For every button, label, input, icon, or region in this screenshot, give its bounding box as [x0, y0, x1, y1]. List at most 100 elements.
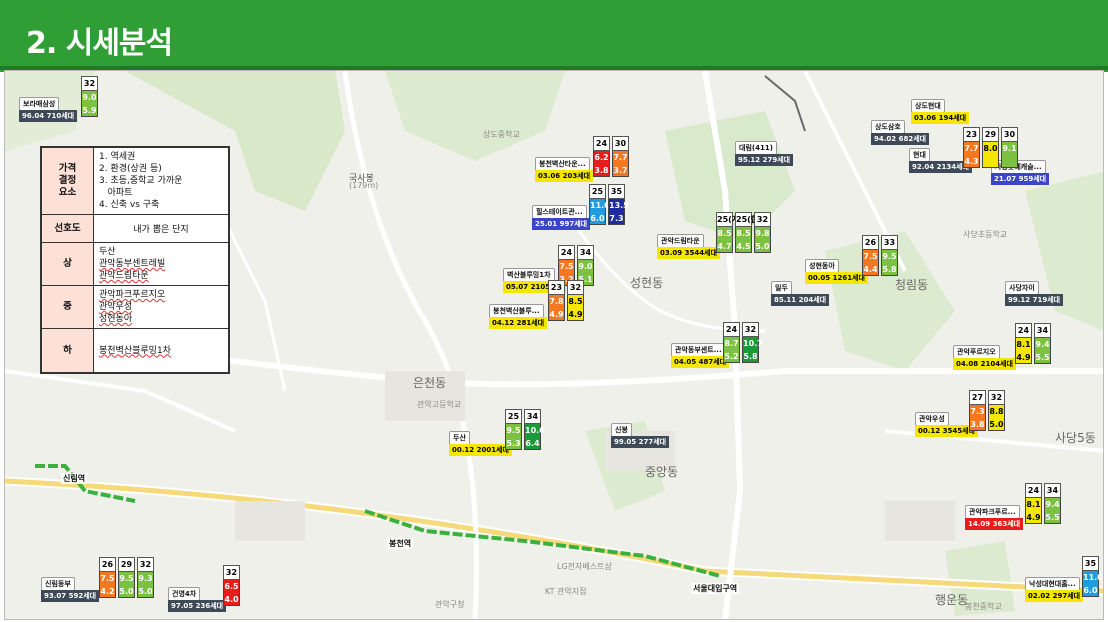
- price-column: 25(합 8.5 4.5: [735, 212, 758, 253]
- apt-info: 97.05 236세대: [168, 600, 227, 612]
- price-value: 5.0: [118, 585, 135, 598]
- factor-list: 1. 역세권 2. 환경(상권 등) 3. 초등,중학교 가까운 아파트 4. …: [93, 147, 229, 215]
- price-column: 32 9.8 5.0: [754, 212, 771, 253]
- apt-info: 85.11 204세대: [771, 294, 830, 306]
- apt-name: 낙성대현대홈...: [1025, 577, 1080, 591]
- pyeong-header: 23: [548, 280, 565, 295]
- label-bongcheon-jh: 봉천중학교: [965, 602, 1002, 611]
- pyeong-header: 35: [608, 184, 625, 199]
- apt-name: 관악푸르지오: [953, 345, 1000, 359]
- label-kt: KT 관악지점: [545, 587, 587, 596]
- grade-item: 두산: [99, 247, 116, 257]
- factor-item: 4. 신축 vs 구축: [99, 200, 160, 210]
- apt-name: 관악드림타운: [657, 234, 704, 248]
- label-gukisan-height: (179m): [349, 181, 379, 190]
- price-column: 30 7.7 3.7: [612, 136, 629, 177]
- price-column: 23 7.7 4.3: [963, 127, 980, 168]
- price-value: 5.0: [137, 585, 154, 598]
- price-column: 35 13.5 7.3: [608, 184, 629, 225]
- label-eunjeon-dong: 은천동: [413, 376, 447, 390]
- pyeong-header: 25: [505, 409, 522, 424]
- pyeong-header: 25(계: [716, 212, 739, 227]
- apt-name: 두산: [449, 431, 470, 445]
- apt-name: 봉천벽산타운...: [535, 157, 590, 171]
- price-grid-borame: 32 9.0 5.9: [81, 76, 98, 117]
- preference-label: 선호도: [41, 214, 94, 243]
- station-sillim[interactable]: 신림역: [61, 473, 88, 484]
- apt-name: 대림(411): [735, 141, 777, 155]
- pyeong-header: 34: [524, 409, 541, 424]
- price-column: 26 7.5 4.2: [99, 557, 116, 598]
- apt-info: 99.05 277세대: [611, 436, 670, 448]
- price-value: 8.7: [723, 337, 740, 350]
- price-column: 32 9.0 5.9: [81, 76, 98, 117]
- pyeong-header: 24: [593, 136, 610, 151]
- factor-label: 가격 결정 요소: [58, 163, 77, 198]
- price-value: 7.7: [963, 142, 980, 155]
- factor-item: 3. 초등,중학교 가까운: [99, 176, 183, 186]
- grade-low-label: 하: [41, 328, 94, 373]
- price-value: 3.7: [612, 164, 629, 177]
- price-grid-seonghyeon: 26 7.5 4.4 33 9.5 5.8: [862, 235, 898, 276]
- label-seonghyeon-dong: 성현동: [630, 276, 664, 290]
- price-value: 8.5: [716, 227, 733, 240]
- price-grid-sillim-dongbu: 26 7.5 4.2 29 9.5 5.0 32 9.3 5.0: [99, 557, 154, 598]
- preference-text: 내가 뽑은 단지: [93, 214, 229, 243]
- price-column: 29 9.5 5.0: [118, 557, 135, 598]
- apt-info: 95.12 279세대: [735, 154, 794, 166]
- price-value: 7.5: [558, 260, 575, 273]
- grade-item: 관악드림타운: [99, 271, 149, 281]
- price-value: 8.1: [1025, 498, 1042, 511]
- label-sadang5-dong: 사당5동: [1055, 431, 1096, 445]
- price-value: 10.7: [742, 337, 763, 350]
- label-sangdo-school: 상도중학교: [483, 130, 520, 139]
- price-value: 6.4: [524, 437, 541, 450]
- price-column: 25 11.0 6.0: [589, 184, 610, 225]
- apt-info: 04.05 487세대: [671, 356, 730, 368]
- apt-name: 일두: [771, 281, 792, 295]
- price-grid-dongbu: 24 8.7 5.2 32 10.7 5.8: [723, 322, 763, 363]
- pyeong-header: 26: [99, 557, 116, 572]
- apt-name: 신봉: [611, 423, 632, 437]
- price-grid-park-prugio: 24 8.1 4.9 34 9.4 5.5: [1025, 483, 1061, 524]
- criteria-table: 가격 결정 요소 1. 역세권 2. 환경(상권 등) 3. 초등,중학교 가까…: [40, 146, 230, 374]
- grade-item: 관악파크푸르지오: [99, 290, 166, 300]
- price-value: 9.4: [1044, 498, 1061, 511]
- price-grid-woosung: 27 7.3 3.8 32 8.8 5.0: [969, 390, 1005, 431]
- price-value: 7.5: [862, 250, 879, 263]
- apt-info: 03.06 194세대: [911, 112, 970, 124]
- apt-info: 00.12 2001세대: [449, 444, 512, 456]
- price-column: 24 8.7 5.2: [723, 322, 740, 363]
- apt-name: 현대: [909, 148, 930, 162]
- price-value: 13.5: [608, 199, 629, 212]
- grade-mid-label: 중: [41, 285, 94, 329]
- price-column: 33 9.5 5.8: [881, 235, 898, 276]
- factor-item: 1. 역세권: [99, 152, 136, 162]
- price-value: 4.2: [99, 585, 116, 598]
- price-column: 34 9.4 5.5: [1034, 323, 1051, 364]
- pyeong-header: 24: [558, 245, 575, 260]
- apt-name: 보라매삼성: [19, 97, 60, 111]
- price-value: [982, 155, 999, 168]
- price-grid-hillstate: 25 11.0 6.0 35 13.5 7.3: [589, 184, 629, 225]
- price-value: 6.5: [223, 580, 240, 593]
- station-bongcheon[interactable]: 봉천역: [387, 538, 414, 549]
- apt-name: 관악동부센트...: [671, 343, 726, 357]
- price-value: 5.2: [723, 350, 740, 363]
- apt-name: 신림동부: [41, 577, 75, 591]
- price-grid-prugio: 24 8.1 4.9 34 9.4 5.5: [1015, 323, 1051, 364]
- price-column: 35 11.0 6.0: [1082, 556, 1103, 597]
- pyeong-header: 32: [742, 322, 759, 337]
- station-seouldae[interactable]: 서울대입구역: [691, 583, 740, 594]
- pyeong-header: 33: [881, 235, 898, 250]
- apt-name: 봉천벽산블루...: [489, 304, 544, 318]
- pyeong-header: 26: [862, 235, 879, 250]
- pyeong-header: 30: [612, 136, 629, 151]
- grade-high-list: 두산 관악동부센트레빌 관악드림타운: [93, 242, 229, 286]
- price-value: 8.8: [988, 405, 1005, 418]
- price-value: 4.7: [716, 240, 733, 253]
- pyeong-header: 25: [589, 184, 606, 199]
- price-value: 4.3: [963, 155, 980, 168]
- price-value: 7.3: [608, 212, 625, 225]
- pyeong-header: 34: [577, 245, 594, 260]
